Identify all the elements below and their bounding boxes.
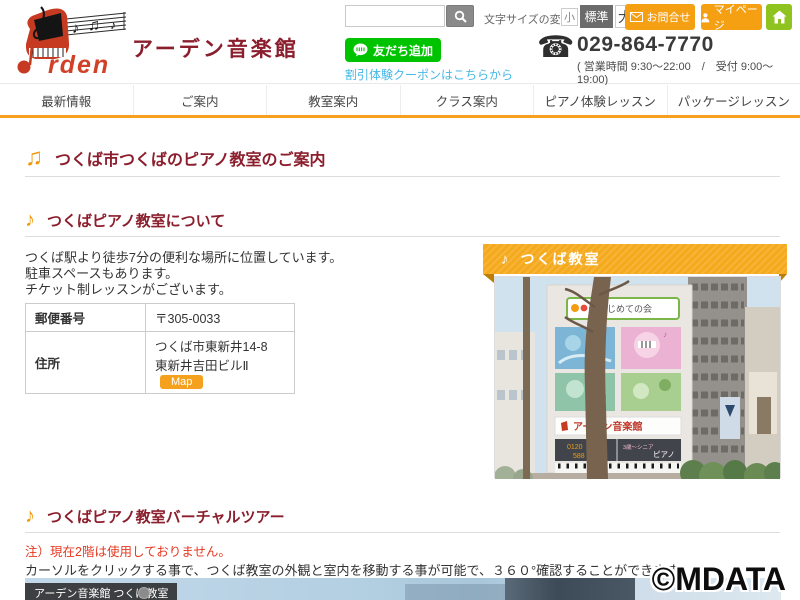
nav-item-guide[interactable]: ご案内 [133,85,267,115]
about-line-access: つくば駅より徒歩7分の便利な場所に位置しています。 [25,250,465,266]
mypage-button[interactable]: マイページ [701,4,762,30]
panorama-building-silhouette [405,584,505,600]
page: ♪ ♫ ♪ rden アーデン音楽 [0,0,800,600]
site-header: ♪ ♫ ♪ rden アーデン音楽 [0,0,800,84]
home-icon [772,10,787,24]
address-label: 住所 [26,332,146,394]
about-line-ticket: チケット制レッスンがございます。 [25,282,465,298]
classroom-ribbon: ♪ つくば教室 [483,244,787,274]
tour-warning: 注）現在2階は使用しておりません。 [25,541,231,560]
panorama-building-silhouette [505,578,635,600]
logo-wordmark: rden [48,51,110,79]
search-input[interactable] [345,5,445,27]
phone-icon: ☎ [537,33,574,63]
address-value: つくば市東新井14-8 東新井吉田ビルⅡ [155,340,280,373]
note-icon: ♪ [25,506,35,526]
contact-button-label: お問合せ [647,9,691,25]
person-icon [701,12,710,23]
postal-label: 郵便番号 [26,304,146,332]
table-row-postal: 郵便番号 〒305-0033 [26,304,295,332]
about-line-parking: 駐車スペースもあります。 [25,266,465,282]
search-icon [454,10,467,23]
beamed-notes-icon: ♫ [25,146,43,170]
logo-note-icon: ♪ [72,20,80,37]
logo-note2-icon: ♪ [110,18,116,32]
page-title-row: ♫ つくば市つくばのピアノ教室のご案内 [25,140,780,177]
coupon-link[interactable]: 割引体験クーポンはこちらから [345,66,513,83]
logo-notes-icon: ♫ [88,17,100,34]
about-heading: つくばピアノ教室について [47,210,225,231]
postal-value: 〒305-0033 [146,304,295,332]
watermark: ©MDATA [652,561,786,598]
note-icon: ♪ [501,251,511,268]
nav-item-package-lesson[interactable]: パッケージレッスン [667,85,800,115]
panorama-control-icon[interactable] [138,587,150,599]
site-logo[interactable]: ♪ ♫ ♪ rden [14,3,132,81]
photo-sign-building: アーデン音楽館 [573,420,642,433]
address-cell: つくば市東新井14-8 東新井吉田ビルⅡ Map [146,332,295,394]
line-icon [353,43,368,57]
home-button[interactable] [766,4,792,30]
map-button[interactable]: Map [160,375,203,389]
note-icon: ♪ [25,210,35,230]
about-paragraphs: つくば駅より徒歩7分の便利な場所に位置しています。 駐車スペースもあります。 チ… [25,250,465,298]
mypage-button-label: マイページ [714,1,762,33]
photo-sign-phone2: 588 [573,453,585,460]
classroom-ribbon-label: つくば教室 [521,249,601,269]
phone-hours: ( 営業時間 9:30～22:00 / 受付 9:00～19:00) [577,58,800,86]
ribbon-fold-left [483,274,494,283]
tour-heading-row: ♪ つくばピアノ教室バーチャルツアー [25,500,780,533]
classroom-photo-illustration: はじめての会 ♪ アーデン音楽館 0120 588 3歳～シニア [495,277,780,479]
font-size-small-button[interactable]: 小 [561,8,578,26]
panorama-label: アーデン音楽館 つくば教室 [25,583,177,600]
photo-sign-piano: ピアノ [653,450,675,459]
tour-description: カーソルをクリックする事で、つくば教室の外観と室内を移動する事が可能で、３６０°… [25,560,691,579]
page-title: つくば市つくばのピアノ教室のご案内 [55,146,326,170]
phone-number: 029-864-7770 [577,33,714,57]
font-size-medium-button[interactable]: 標準 [580,5,613,28]
line-button-label: 友だち追加 [373,42,433,59]
line-add-friend-button[interactable]: 友だち追加 [345,38,441,62]
table-row-address: 住所 つくば市東新井14-8 東新井吉田ビルⅡ Map [26,332,295,394]
contact-button[interactable]: お問合せ [625,4,695,30]
nav-item-classes[interactable]: クラス案内 [400,85,534,115]
classroom-photo: はじめての会 ♪ アーデン音楽館 0120 588 3歳～シニア [494,276,781,478]
nav-item-piano-trial-lesson[interactable]: ピアノ体験レッスン [533,85,667,115]
address-table: 郵便番号 〒305-0033 住所 つくば市東新井14-8 東新井吉田ビルⅡ Ma… [25,303,295,394]
photo-sign-phone1: 0120 [567,444,583,451]
logo-piano-icon: ♪ ♫ ♪ rden [14,3,132,81]
font-size-label: 文字サイズの変更 [484,11,572,27]
envelope-icon [630,12,643,22]
svg-text:♪: ♪ [663,330,667,339]
nav-item-classrooms[interactable]: 教室案内 [266,85,400,115]
photo-sign-ages: 3歳～シニア [623,443,654,451]
site-title: アーデン音楽館 [132,33,299,63]
about-heading-row: ♪ つくばピアノ教室について [25,204,780,237]
main-nav: 最新情報 ご案内 教室案内 クラス案内 ピアノ体験レッスン パッケージレッスン [0,85,800,118]
tour-heading: つくばピアノ教室バーチャルツアー [47,506,285,527]
nav-item-news[interactable]: 最新情報 [0,85,133,115]
search-button[interactable] [446,5,474,27]
